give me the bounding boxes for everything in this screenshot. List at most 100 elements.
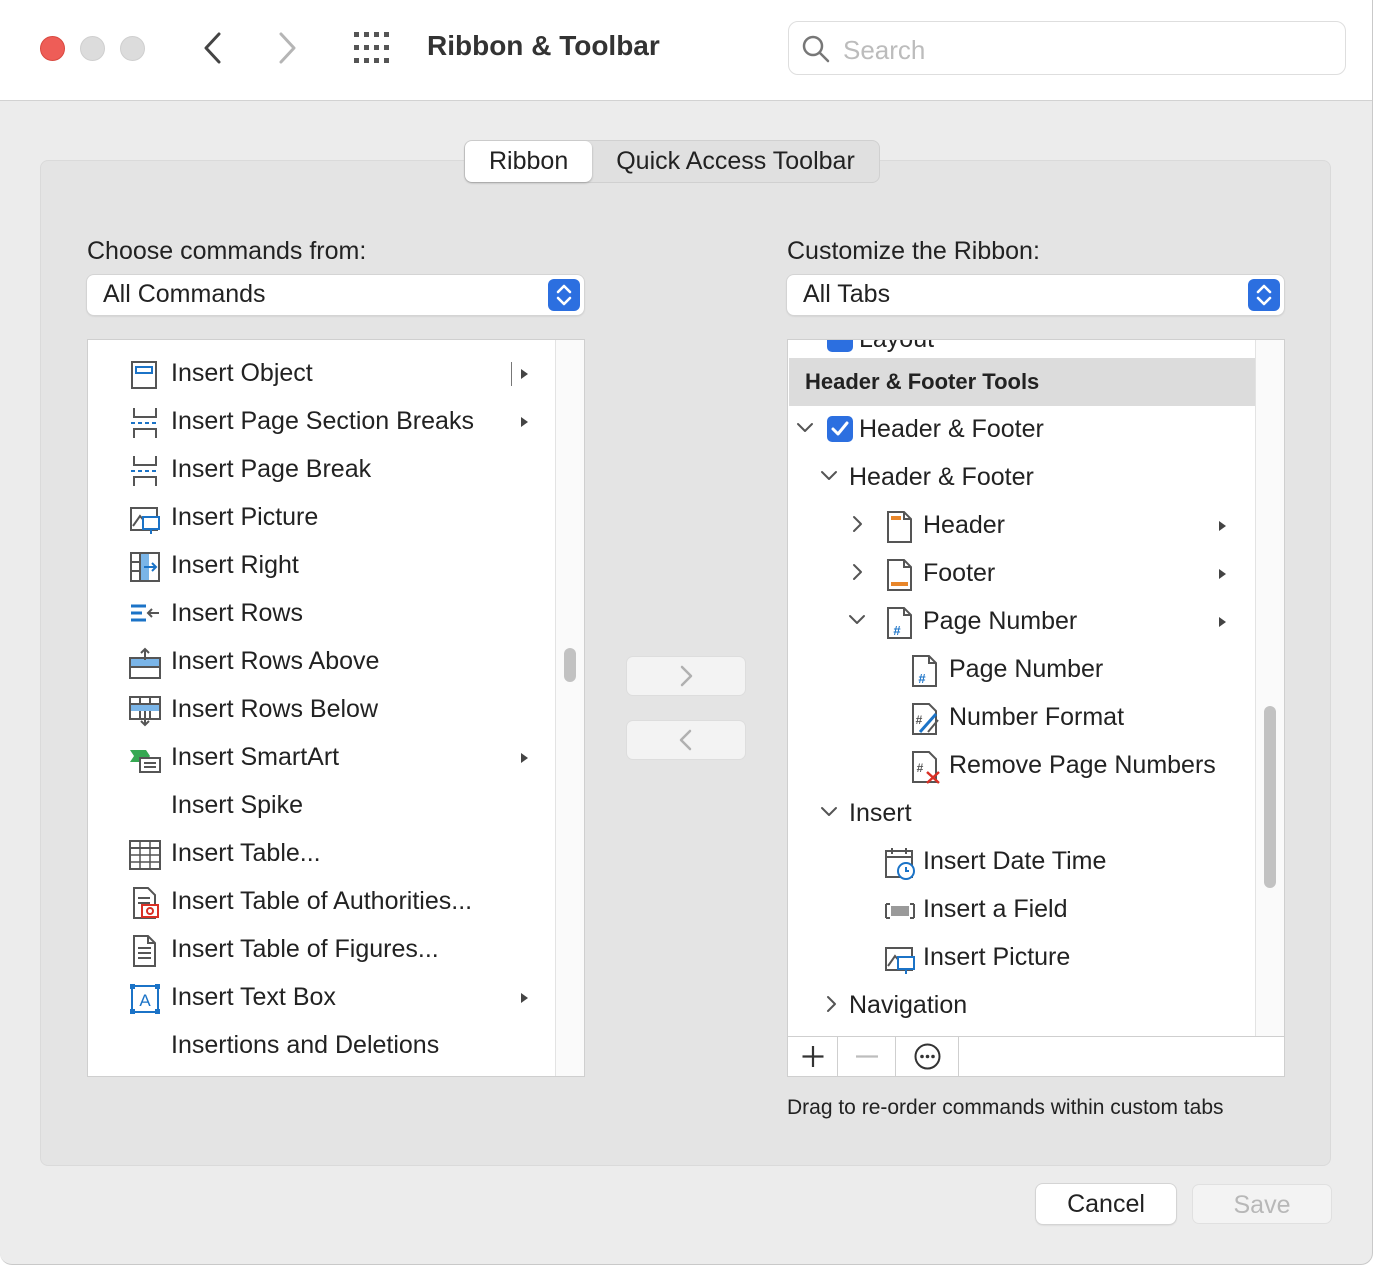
table-of-authorities-icon [133, 887, 159, 919]
remove-button[interactable] [838, 1037, 896, 1076]
header-icon [887, 511, 912, 543]
list-item[interactable]: Insert Page Break [88, 446, 554, 494]
search-field[interactable] [788, 21, 1346, 75]
list-item[interactable]: Insert Object [88, 350, 554, 398]
list-item-label: Insert SmartArt [171, 743, 340, 771]
tree-item[interactable]: Insert Picture [788, 934, 1254, 982]
plus-icon [802, 1046, 824, 1067]
ribbon-scroll-thumb[interactable] [1264, 706, 1276, 888]
list-item[interactable]: Insert Rows Below [88, 686, 554, 734]
checkbox[interactable] [827, 416, 853, 442]
list-item[interactable]: Insert Spike [88, 782, 554, 830]
list-item[interactable]: A Insert Text Box [88, 974, 554, 1022]
tree-item[interactable]: Header & Footer [788, 454, 1254, 502]
tree-item[interactable]: Header [788, 502, 1254, 550]
list-item[interactable]: Insert Rows Above [88, 638, 554, 686]
list-item[interactable]: Insert Table of Figures... [88, 926, 554, 974]
chevron-down-icon[interactable] [794, 417, 816, 439]
list-item-label: Insert Text Box [171, 983, 336, 1011]
insert-column-right-icon [130, 552, 160, 582]
tree-item[interactable]: Navigation [788, 982, 1254, 1030]
tree-item-label: Header & Footer [849, 463, 1034, 491]
svg-text:#: # [917, 761, 924, 775]
minus-icon [856, 1055, 878, 1058]
triangle-right-icon [1219, 521, 1226, 531]
list-item[interactable]: Insert Page Section Breaks [88, 398, 554, 446]
number-format-icon: # [912, 703, 939, 735]
chevron-left-icon [679, 729, 692, 751]
tree-item[interactable]: Insert Date Time [788, 838, 1254, 886]
tab-ribbon[interactable]: Ribbon [465, 141, 593, 182]
ribbon-tree[interactable]: Layout Header & Footer Tools Header & Fo… [787, 339, 1285, 1037]
list-item[interactable]: Insert SmartArt [88, 734, 554, 782]
triangle-right-icon [521, 417, 528, 427]
title-bar: Ribbon & Toolbar [0, 0, 1372, 101]
search-input[interactable] [841, 30, 1325, 70]
list-item-label: Insert Table of Figures... [171, 935, 439, 963]
tree-item[interactable]: # Number Format [788, 694, 1254, 742]
checkmark-icon [831, 421, 849, 436]
list-item-label: Insert Table of Authorities... [171, 887, 473, 915]
show-all-button[interactable] [352, 30, 392, 66]
chevron-right-icon[interactable] [846, 513, 868, 535]
ribbon-tabs-select[interactable]: All Tabs [787, 275, 1284, 315]
tree-item[interactable]: Insert [788, 790, 1254, 838]
chevron-down-icon[interactable] [846, 609, 868, 631]
table-icon [129, 840, 161, 870]
list-item-label: Insert Table... [171, 839, 321, 867]
commands-scrollbar[interactable] [555, 340, 584, 1076]
chevron-right-icon[interactable] [820, 993, 842, 1015]
ribbon-tabs-value: All Tabs [803, 280, 891, 308]
insert-rows-icon [131, 604, 159, 622]
text-box-icon: A [130, 984, 160, 1014]
commands-source-select[interactable]: All Commands [87, 275, 584, 315]
more-options-button[interactable] [896, 1037, 959, 1076]
tree-item[interactable]: # Page Number [788, 598, 1254, 646]
picture-icon [130, 507, 160, 534]
list-item[interactable]: Insert Right [88, 542, 554, 590]
minimize-window-button[interactable] [80, 36, 105, 61]
page-break-icon [131, 456, 159, 486]
remove-from-ribbon-button[interactable] [626, 720, 746, 760]
tree-item-label: Insert [849, 799, 912, 827]
tree-item[interactable]: # Page Number [788, 646, 1254, 694]
chevron-right-icon[interactable] [846, 561, 868, 583]
add-to-ribbon-button[interactable] [626, 656, 746, 696]
triangle-right-icon [521, 369, 528, 379]
back-button[interactable] [194, 28, 234, 68]
add-button[interactable] [788, 1037, 838, 1076]
checkbox[interactable] [827, 340, 853, 352]
tree-item-label: Page Number [923, 607, 1078, 635]
chevron-right-icon [680, 665, 693, 687]
zoom-window-button[interactable] [120, 36, 145, 61]
list-item[interactable]: Insert Picture [88, 494, 554, 542]
tree-toolbar [787, 1036, 1285, 1077]
tree-item[interactable]: Insert a Field [788, 886, 1254, 934]
tree-item[interactable]: # Remove Page Numbers [788, 742, 1254, 790]
list-item[interactable]: Insert Table of Authorities... [88, 878, 554, 926]
ribbon-scrollbar[interactable] [1255, 340, 1284, 1036]
remove-page-numbers-icon: # [912, 751, 940, 784]
divider [511, 362, 512, 386]
chevron-down-icon[interactable] [818, 465, 840, 487]
list-item-label: Insertions and Deletions [171, 1031, 440, 1059]
list-item-label: Insert Rows Above [171, 647, 380, 675]
commands-list[interactable]: Insert Object Insert Page Section Breaks… [87, 339, 585, 1077]
list-item[interactable]: Insert Table... [88, 830, 554, 878]
cancel-button[interactable]: Cancel [1036, 1184, 1176, 1224]
chevron-down-icon[interactable] [818, 801, 840, 823]
drag-hint: Drag to re-order commands within custom … [787, 1096, 1224, 1119]
tree-item[interactable]: Footer [788, 550, 1254, 598]
forward-button[interactable] [266, 28, 306, 68]
tab-quick-access-toolbar[interactable]: Quick Access Toolbar [592, 141, 879, 182]
tree-item-label: Number Format [949, 703, 1125, 731]
triangle-right-icon [521, 753, 528, 763]
close-window-button[interactable] [40, 36, 65, 61]
list-item[interactable]: Insertions and Deletions [88, 1022, 554, 1070]
save-button[interactable]: Save [1192, 1184, 1332, 1224]
list-item[interactable]: Insert Rows [88, 590, 554, 638]
group-header: Header & Footer Tools [789, 358, 1284, 406]
commands-scroll-thumb[interactable] [564, 648, 576, 682]
tree-item[interactable]: Header & Footer [788, 406, 1254, 454]
tree-item-label: Layout [859, 339, 935, 353]
